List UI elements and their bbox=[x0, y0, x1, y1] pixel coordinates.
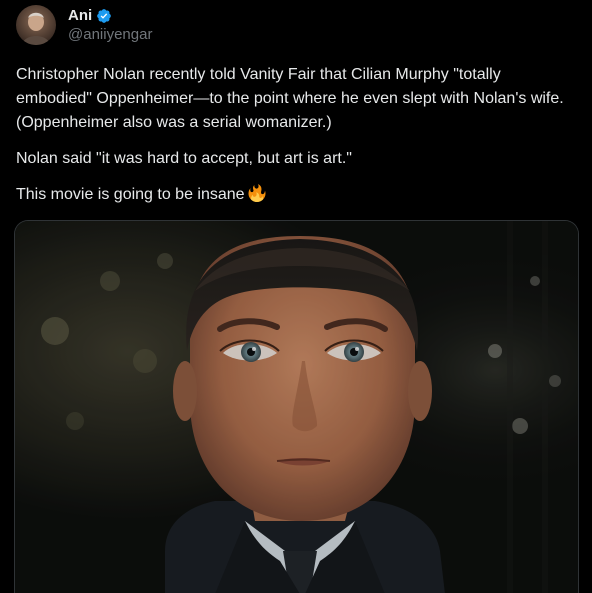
tweet-paragraph-1: Christopher Nolan recently told Vanity F… bbox=[16, 66, 564, 131]
tweet-paragraph-2: Nolan said "it was hard to accept, but a… bbox=[16, 150, 352, 167]
tweet-media-photo[interactable] bbox=[14, 220, 579, 593]
display-name[interactable]: Ani bbox=[68, 6, 92, 25]
name-row: Ani bbox=[68, 6, 152, 25]
tweet-text: Christopher Nolan recently told Vanity F… bbox=[16, 63, 576, 219]
author-names: Ani @aniiyengar bbox=[68, 6, 152, 44]
tweet-header: Ani @aniiyengar bbox=[16, 4, 152, 46]
handle[interactable]: @aniiyengar bbox=[68, 25, 152, 44]
fire-emoji-icon bbox=[248, 184, 266, 202]
tweet[interactable]: Ani @aniiyengar Christopher Nolan recent… bbox=[0, 0, 592, 593]
verified-badge-icon[interactable] bbox=[96, 8, 112, 24]
avatar-image bbox=[16, 5, 56, 45]
close-up-portrait-photo bbox=[15, 221, 578, 593]
tweet-paragraph-3: This movie is going to be insane bbox=[16, 183, 576, 207]
avatar[interactable] bbox=[16, 5, 56, 45]
tweet-paragraph-3-text: This movie is going to be insane bbox=[16, 186, 245, 203]
